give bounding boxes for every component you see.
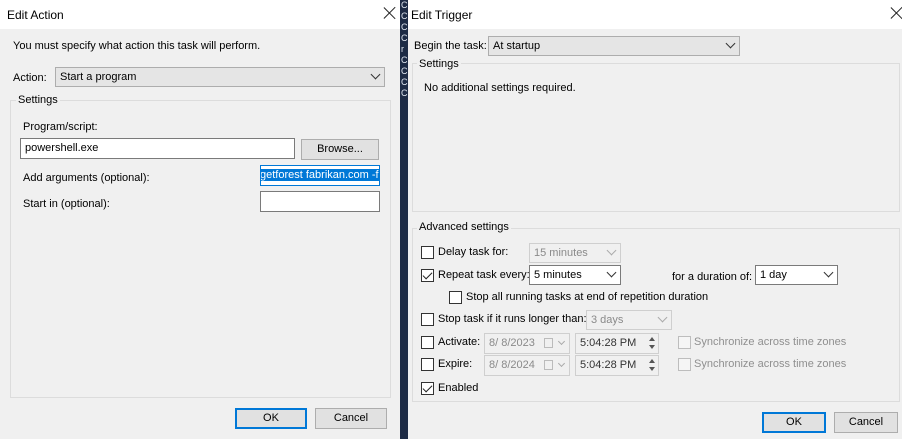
activate-time-input[interactable]: 5:04:28 PM — [575, 333, 659, 354]
stop-all-checkbox[interactable] — [449, 291, 462, 304]
stop-longer-select[interactable]: 3 days — [586, 310, 672, 330]
repeat-select[interactable]: 5 minutes — [529, 265, 621, 285]
chevron-down-icon — [725, 38, 736, 49]
activate-date-value: 8/ 8/2023 — [489, 337, 535, 349]
arguments-label: Add arguments (optional): — [23, 172, 150, 184]
chevron-down-icon — [557, 337, 566, 346]
ok-button[interactable]: OK — [762, 412, 826, 433]
action-select[interactable]: Start a program — [55, 67, 385, 87]
spin-down-icon[interactable] — [647, 365, 657, 374]
start-in-input[interactable] — [260, 191, 380, 212]
trigger-settings-title: Settings — [417, 58, 461, 70]
settings-note: No additional settings required. — [424, 82, 576, 94]
strip-letter: C — [401, 33, 408, 43]
duration-label: for a duration of: — [672, 271, 753, 283]
sync-activate-checkbox[interactable] — [678, 336, 691, 349]
enabled-label: Enabled — [438, 382, 479, 394]
calendar-icon — [544, 360, 553, 370]
expire-time-input[interactable]: 5:04:28 PM — [575, 355, 659, 376]
activate-date-picker[interactable]: 8/ 8/2023 — [484, 333, 570, 354]
delay-select-value: 15 minutes — [534, 247, 588, 259]
sync-activate-label: Synchronize across time zones — [694, 336, 847, 348]
chevron-down-icon — [823, 267, 834, 278]
edit-action-dialog: Edit Action You must specify what action… — [0, 0, 400, 439]
stop-longer-select-value: 3 days — [591, 314, 624, 326]
activate-time-value: 5:04:28 PM — [580, 337, 637, 349]
edit-trigger-titlebar: Edit Trigger — [408, 0, 902, 29]
delay-label: Delay task for: — [438, 246, 509, 258]
calendar-icon — [544, 338, 553, 348]
delay-select[interactable]: 15 minutes — [529, 243, 621, 263]
expire-checkbox[interactable] — [421, 358, 434, 371]
strip-letter: C — [401, 22, 408, 32]
action-label: Action: — [13, 72, 47, 84]
browse-button[interactable]: Browse... — [301, 139, 379, 160]
strip-letter: C — [401, 0, 408, 10]
strip-letter: r — [401, 44, 404, 54]
program-label: Program/script: — [23, 121, 98, 133]
strip-letter: C — [401, 11, 408, 21]
begin-task-select[interactable]: At startup — [488, 36, 740, 56]
chevron-down-icon — [370, 69, 381, 80]
edit-trigger-title: Edit Trigger — [411, 8, 473, 22]
program-input-value: powershell.exe — [25, 142, 99, 154]
arguments-input-value: getforest fabrikan.com -f — [260, 169, 379, 181]
edit-action-title: Edit Action — [7, 8, 64, 22]
settings-group-title: Settings — [16, 94, 60, 106]
activate-checkbox[interactable] — [421, 336, 434, 349]
instruction-text: You must specify what action this task w… — [13, 40, 261, 52]
duration-select-value: 1 day — [760, 269, 787, 281]
duration-select[interactable]: 1 day — [755, 265, 838, 285]
stop-longer-label: Stop task if it runs longer than: — [438, 313, 587, 325]
ok-button[interactable]: OK — [235, 408, 307, 429]
stop-all-label: Stop all running tasks at end of repetit… — [466, 291, 709, 303]
repeat-checkbox[interactable] — [421, 269, 434, 282]
spin-down-icon[interactable] — [647, 343, 657, 352]
close-icon[interactable] — [382, 5, 398, 21]
strip-letter: C — [401, 55, 408, 65]
action-select-value: Start a program — [60, 71, 137, 83]
edit-trigger-dialog: Edit Trigger Begin the task: At startup … — [408, 0, 902, 439]
program-input[interactable]: powershell.exe — [20, 138, 295, 159]
begin-task-label: Begin the task: — [414, 40, 487, 52]
repeat-label: Repeat task every: — [438, 269, 530, 281]
stop-longer-checkbox[interactable] — [421, 313, 434, 326]
cancel-button[interactable]: Cancel — [834, 412, 898, 433]
advanced-settings-title: Advanced settings — [417, 221, 511, 233]
strip-letter: C — [401, 77, 408, 87]
strip-letter: C — [401, 66, 408, 76]
background-window-strip: C C C C r C C C C — [400, 0, 408, 439]
enabled-checkbox[interactable] — [421, 382, 434, 395]
begin-task-select-value: At startup — [493, 40, 541, 52]
close-icon[interactable] — [889, 5, 902, 21]
expire-label: Expire: — [438, 358, 473, 370]
cancel-button[interactable]: Cancel — [315, 408, 387, 429]
chevron-down-icon — [606, 267, 617, 278]
start-in-label: Start in (optional): — [23, 198, 110, 210]
expire-date-value: 8/ 8/2024 — [489, 359, 535, 371]
edit-action-titlebar: Edit Action — [0, 0, 400, 29]
sync-expire-label: Synchronize across time zones — [694, 358, 847, 370]
repeat-select-value: 5 minutes — [534, 269, 582, 281]
arguments-input[interactable]: getforest fabrikan.com -f — [260, 165, 380, 186]
activate-label: Activate: — [438, 336, 481, 348]
chevron-down-icon — [657, 312, 668, 323]
chevron-down-icon — [557, 359, 566, 368]
expire-time-value: 5:04:28 PM — [580, 359, 637, 371]
expire-date-picker[interactable]: 8/ 8/2024 — [484, 355, 570, 376]
delay-checkbox[interactable] — [421, 246, 434, 259]
strip-letter: C — [401, 88, 408, 98]
chevron-down-icon — [606, 245, 617, 256]
sync-expire-checkbox[interactable] — [678, 358, 691, 371]
